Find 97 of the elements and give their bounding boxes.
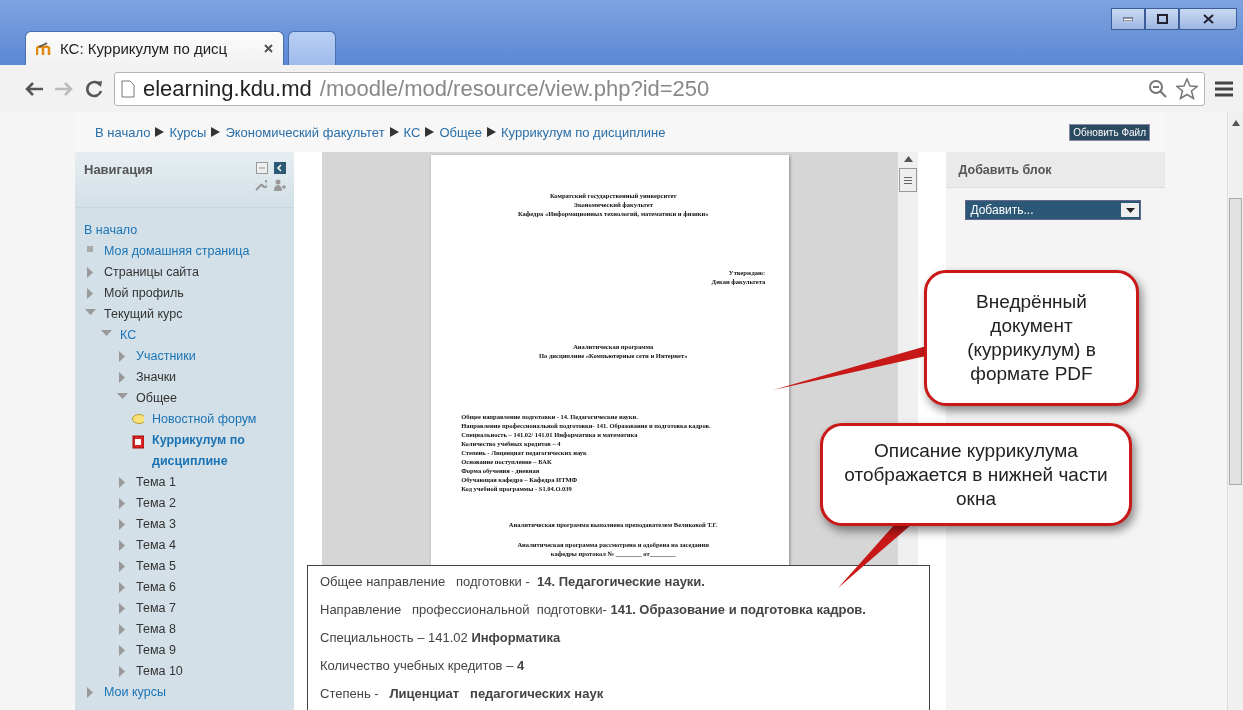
- panel-title: Навигация: [84, 162, 153, 179]
- nav-tree-item[interactable]: Тема 2: [116, 493, 294, 514]
- breadcrumb-link[interactable]: Общее: [439, 124, 482, 140]
- collapsed-arrow-icon[interactable]: [118, 582, 126, 593]
- collapsed-arrow-icon[interactable]: [118, 645, 126, 656]
- expanded-arrow-icon[interactable]: [84, 309, 96, 316]
- callout-note: Описание куррикулума отображается в нижней части окна: [820, 423, 1132, 526]
- collapsed-arrow-icon[interactable]: [118, 351, 126, 362]
- breadcrumb-separator-icon: [487, 127, 496, 137]
- breadcrumb-separator-icon: [211, 127, 221, 137]
- minimize-icon: [1123, 17, 1133, 21]
- description-text: Общее направление подготовки - 14. Педагогические науки.: [320, 574, 706, 590]
- collapsed-arrow-icon[interactable]: [118, 477, 126, 488]
- expanded-arrow-icon[interactable]: [100, 330, 112, 337]
- dock-icon[interactable]: [274, 162, 286, 174]
- star-icon[interactable]: [1176, 77, 1198, 100]
- nav-tree-item[interactable]: Тема 7: [116, 598, 294, 619]
- breadcrumb-separator-icon: [155, 127, 165, 137]
- address-field[interactable]: elearning.kdu.md /moodle/mod/resource/view.php?id=250: [114, 71, 1205, 106]
- maximize-button[interactable]: [1145, 8, 1179, 30]
- reload-icon: [84, 78, 104, 99]
- nav-tree-item[interactable]: Значки: [116, 367, 294, 388]
- minimize-button[interactable]: [1111, 8, 1145, 30]
- collapsed-arrow-icon[interactable]: [118, 603, 126, 614]
- page-icon: [121, 79, 135, 98]
- description-text: Направление профессиональной подготовки- 141. Образование и подготовка кадров.: [320, 602, 867, 618]
- collapse-icon[interactable]: [256, 162, 268, 174]
- dropdown-caret-icon: [1125, 207, 1135, 213]
- add-block-select[interactable]: Добавить...: [965, 200, 1142, 220]
- nav-tree-item[interactable]: Тема 5: [116, 556, 294, 577]
- breadcrumb-separator-icon: [389, 127, 399, 137]
- forward-arrow-icon: [54, 80, 74, 97]
- speech-bubble-icon: [132, 414, 144, 425]
- reload-button[interactable]: [84, 78, 104, 99]
- nav-tree-item[interactable]: Тема 10: [116, 661, 294, 682]
- nav-tree-item[interactable]: Тема 6: [116, 577, 294, 598]
- nav-tree-item[interactable]: Куррикулум по дисциплине: [132, 430, 294, 472]
- add-user-icon[interactable]: [273, 179, 286, 191]
- nav-tree-item[interactable]: КС: [100, 325, 294, 346]
- collapsed-arrow-icon[interactable]: [86, 687, 94, 698]
- collapsed-arrow-icon[interactable]: [118, 519, 126, 530]
- breadcrumb-link[interactable]: В начало: [95, 124, 151, 140]
- nav-tree-item[interactable]: Страницы сайта: [84, 262, 294, 283]
- nav-tree-item[interactable]: Тема 8: [116, 619, 294, 640]
- close-tab-icon[interactable]: [264, 44, 273, 53]
- pdf-file-icon: [132, 435, 144, 449]
- breadcrumb-link[interactable]: Экономический факультет: [225, 124, 385, 140]
- breadcrumb-separator-icon: [425, 127, 435, 137]
- menu-icon: [1215, 80, 1233, 97]
- callout-note: Внедрённый документ (куррикулум) в формате PDF: [924, 270, 1139, 406]
- url-path: /moodle/mod/resource/view.php?id=250: [319, 75, 711, 102]
- collapsed-arrow-icon[interactable]: [118, 540, 126, 551]
- new-tab-button[interactable]: [288, 31, 336, 65]
- menu-button[interactable]: [1215, 80, 1233, 97]
- back-button[interactable]: [24, 80, 44, 97]
- nav-tree-item[interactable]: Участники: [116, 346, 294, 367]
- scrollbar-thumb[interactable]: [899, 168, 918, 192]
- scrollbar-thumb[interactable]: [1229, 198, 1242, 485]
- url-host: elearning.kdu.md: [143, 75, 312, 102]
- nav-tree-item[interactable]: Новостной форум: [132, 409, 294, 430]
- collapsed-arrow-icon[interactable]: [118, 666, 126, 677]
- back-arrow-icon: [24, 80, 44, 97]
- nav-tree-item[interactable]: Мои курсы: [84, 682, 294, 703]
- browser-tab[interactable]: КС: Куррикулум по дисц: [25, 31, 284, 65]
- nav-tree-item[interactable]: Тема 4: [116, 535, 294, 556]
- panel-title: Добавить блок: [958, 162, 1052, 177]
- breadcrumb-link[interactable]: КС: [403, 124, 421, 140]
- collapsed-arrow-icon[interactable]: [118, 498, 126, 509]
- nav-tree-item[interactable]: Моя домашняя страница: [84, 241, 294, 262]
- nav-tree-item[interactable]: Мой профиль: [84, 283, 294, 304]
- close-icon: [1202, 14, 1214, 24]
- maximize-icon: [1156, 14, 1168, 24]
- scroll-up-icon[interactable]: [1231, 120, 1240, 126]
- collapsed-arrow-icon[interactable]: [118, 372, 126, 383]
- expanded-arrow-icon[interactable]: [116, 393, 128, 400]
- description-text: Специальность – 141.02 Информатика: [320, 630, 562, 646]
- collapsed-arrow-icon[interactable]: [118, 561, 126, 572]
- nav-tree-item[interactable]: Тема 9: [116, 640, 294, 661]
- nav-tree-item[interactable]: Текущий курс: [84, 304, 294, 325]
- nav-tree-item[interactable]: В начало: [84, 220, 294, 241]
- forward-button[interactable]: [54, 80, 74, 97]
- nav-tree-item[interactable]: Тема 3: [116, 514, 294, 535]
- nav-tree-item[interactable]: Общее: [116, 388, 294, 409]
- description-text: Количество учебных кредитов – 4: [320, 658, 526, 674]
- description-text: Степень - Лиценциат педагогических наук: [320, 686, 605, 702]
- update-file-button[interactable]: Обновить Файл: [1069, 123, 1150, 141]
- zoom-icon[interactable]: [1148, 78, 1168, 99]
- close-button[interactable]: [1179, 8, 1237, 30]
- collapsed-arrow-icon[interactable]: [86, 288, 94, 299]
- nav-tree-item[interactable]: Тема 1: [116, 472, 294, 493]
- bullet-icon: [87, 246, 93, 252]
- scroll-up-icon[interactable]: [903, 156, 913, 162]
- collapsed-arrow-icon[interactable]: [118, 624, 126, 635]
- collapsed-arrow-icon[interactable]: [86, 267, 94, 278]
- breadcrumb-link[interactable]: Куррикулум по дисциплине: [501, 124, 666, 140]
- grip-icon: [904, 176, 913, 184]
- breadcrumb-link[interactable]: Курсы: [169, 124, 207, 140]
